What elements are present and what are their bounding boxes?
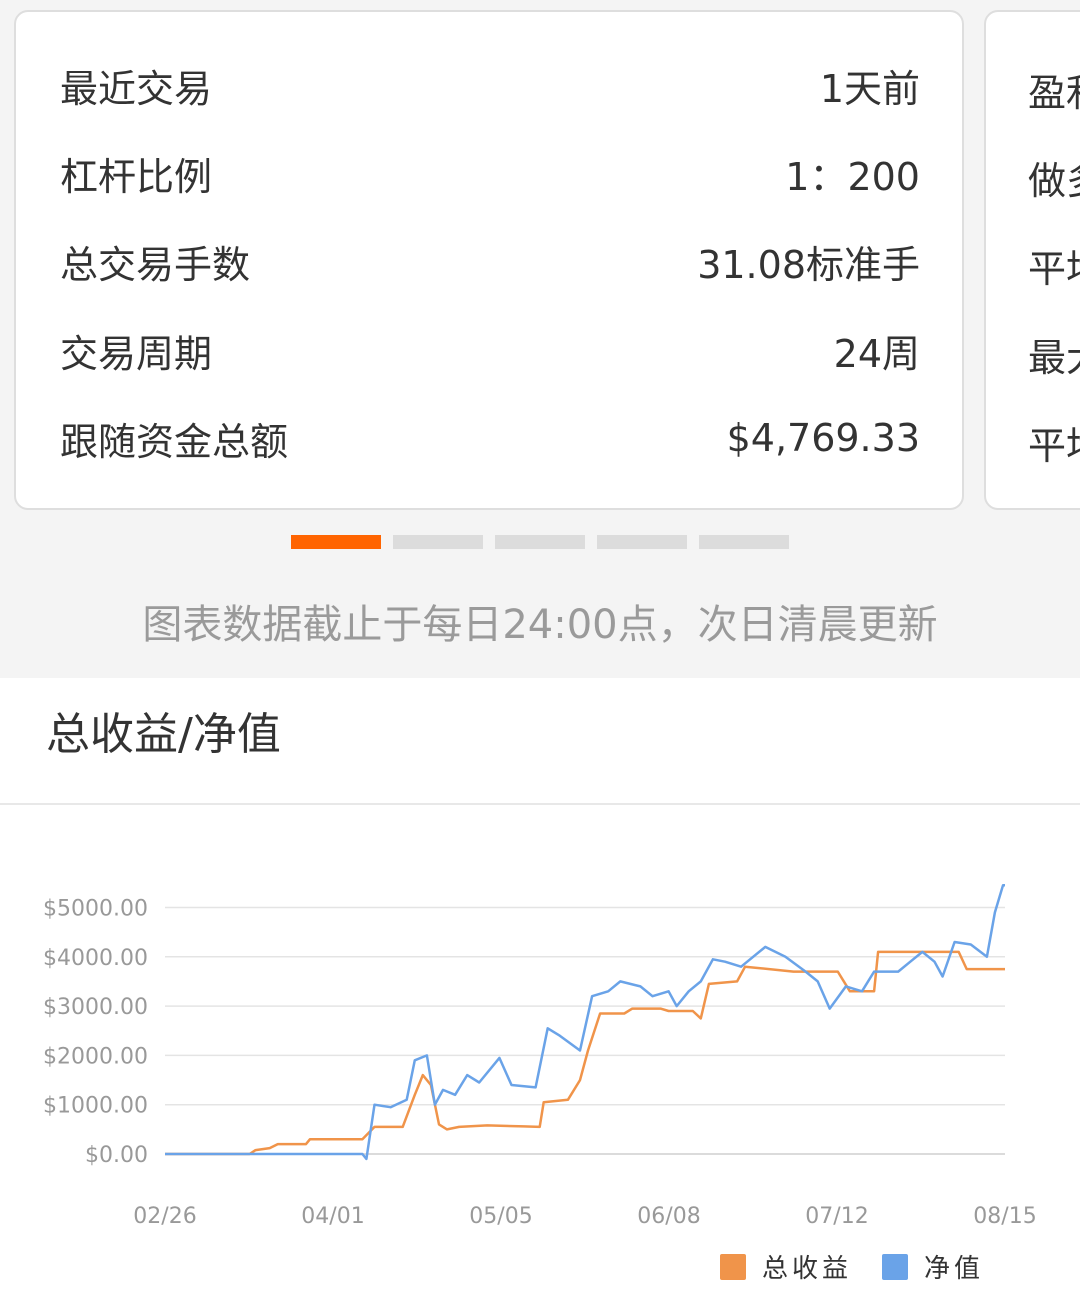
stat-value: $4,769.33 [726,416,920,460]
carousel-pager [291,535,789,549]
y-tick-label: $1000.00 [43,1094,148,1119]
pager-dot[interactable] [699,535,789,549]
y-tick-label: $2000.00 [43,1044,148,1069]
y-tick-label: $3000.00 [43,995,148,1020]
x-tick-label: 05/05 [469,1204,532,1229]
series-line-equity [165,884,1005,1161]
x-tick-label: 04/01 [301,1204,364,1229]
chart-legend: 总收益 净值 [720,1248,1014,1285]
stat-value: 1天前 [819,66,920,111]
stat-row-last-trade: 最近交易 1天前 [60,55,920,115]
stat-label: 交易周期 [60,331,213,376]
stat-label: 平均 [1028,424,1080,468]
stat-label: 总交易手数 [60,242,251,287]
x-tick-label: 07/12 [805,1204,868,1229]
stat-row-trade-period: 交易周期 24周 [60,320,920,380]
stat-row-follow-funds: 跟随资金总额 $4,769.33 [60,408,920,468]
stat-label: 最近交易 [60,66,213,111]
series-line-total-profit [165,950,1005,1156]
stat-value: 31.08标准手 [697,242,920,287]
chart-panel: 总收益/净值 $0.00 $1000.00 $2000.00 $3000.00 $400… [0,678,1080,1305]
y-tick-label: $5000.00 [43,897,148,922]
trading-stats-card[interactable]: 最近交易 1天前 杠杆比例 1：200 总交易手数 31.08标准手 交易周期 … [14,10,964,510]
stat-label: 平均 [1028,247,1080,291]
legend-item-equity[interactable]: 净值 [882,1248,984,1285]
y-tick-label: $4000.00 [43,946,148,971]
legend-item-total-profit[interactable]: 总收益 [720,1248,852,1285]
x-tick-label: 06/08 [637,1204,700,1229]
stat-label: 杠杆比例 [60,154,213,199]
profit-equity-chart: $0.00 $1000.00 $2000.00 $3000.00 $4000.00 $50… [43,884,1037,1229]
stat-label: 做多 [1028,159,1080,203]
pager-dot[interactable] [495,535,585,549]
legend-swatch [882,1253,909,1280]
x-tick-label: 02/26 [133,1204,196,1229]
stat-label: 盈利 [1028,71,1080,115]
legend-label: 净值 [924,1254,985,1284]
pager-dot[interactable] [291,535,381,549]
legend-swatch [720,1253,746,1280]
pager-dot[interactable] [393,535,483,549]
pager-dot[interactable] [597,535,687,549]
y-tick-label: $0.00 [85,1143,148,1168]
stat-row-total-lots: 总交易手数 31.08标准手 [60,231,920,291]
data-update-notice: 图表数据截止于每日24:00点，次日清晨更新 [142,602,938,648]
stat-label: 最大 [1028,336,1080,380]
stat-label: 跟随资金总额 [60,419,289,464]
x-tick-label: 08/15 [973,1204,1036,1229]
stat-value: 1：200 [785,154,920,199]
stat-value: 24周 [833,331,920,376]
stat-row-leverage: 杠杆比例 1：200 [60,143,920,203]
legend-label: 总收益 [762,1254,853,1284]
next-stats-card[interactable]: 盈利 做多 平均 最大 平均 [984,10,1080,510]
